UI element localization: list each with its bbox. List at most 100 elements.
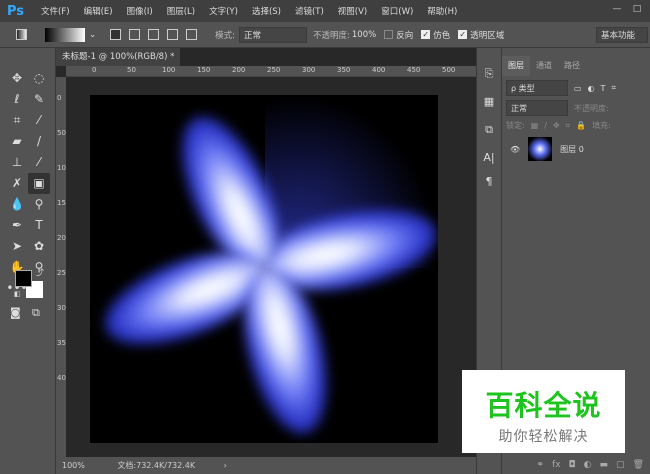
chevron-down-icon[interactable]: ⌄	[89, 30, 96, 40]
maximize-button[interactable]: □	[628, 4, 646, 18]
lock-move-icon[interactable]: ✥	[553, 121, 560, 130]
ruler-label: 0	[92, 66, 97, 74]
menu-image[interactable]: 图像(I)	[120, 5, 160, 17]
character-panel-icon[interactable]: A|	[477, 146, 501, 170]
default-colors-icon[interactable]: ◧	[14, 290, 21, 298]
crop-tool-icon[interactable]: ⌗	[6, 110, 28, 131]
lasso-tool-icon[interactable]: ℓ	[6, 89, 28, 110]
menu-filter[interactable]: 滤镜(T)	[288, 5, 331, 17]
menu-layer[interactable]: 图层(L)	[160, 5, 202, 17]
ruler-label: 300	[302, 66, 316, 74]
tab-channels[interactable]: 通道	[530, 56, 558, 76]
screen-mode-icon[interactable]: ⧉	[32, 306, 40, 320]
move-tool-icon[interactable]: ✥	[6, 68, 28, 89]
menu-file[interactable]: 文件(F)	[34, 5, 77, 17]
status-bar: 100% 文档:732.4K/732.4K ›	[56, 457, 476, 474]
ruler-label: 200	[232, 66, 246, 74]
gradient-tool-preset-icon[interactable]	[16, 29, 27, 40]
reverse-checkbox[interactable]	[384, 30, 394, 39]
horizontal-ruler: 0 50 100 150 200 250 300 350 400 450 500	[66, 66, 476, 77]
angle-gradient-icon[interactable]	[148, 29, 160, 40]
healing-brush-tool-icon[interactable]: ▰	[6, 131, 28, 152]
radial-gradient-icon[interactable]	[129, 29, 141, 40]
blend-mode-select[interactable]: 正常	[506, 100, 568, 116]
fill-label: 填充:	[592, 121, 611, 130]
add-mask-icon[interactable]: ◘	[569, 457, 576, 474]
eraser-tool-icon[interactable]: ✗	[6, 173, 28, 194]
layer-name[interactable]: 图层 0	[560, 144, 584, 155]
ruler-label: 150	[57, 199, 71, 207]
workspace-select[interactable]: 基本功能	[596, 26, 648, 43]
brush-tool-icon[interactable]: /	[28, 131, 50, 152]
ruler-label: 200	[57, 234, 71, 242]
fx-icon[interactable]: fx	[552, 457, 561, 474]
quick-mask-icon[interactable]: ◙	[10, 306, 21, 319]
paths-panel-icon[interactable]: ⧉	[477, 118, 501, 142]
filter-adjustment-icon[interactable]: ◐	[588, 84, 595, 93]
transparency-checkbox[interactable]: ✓	[458, 30, 468, 39]
type-tool-icon[interactable]: T	[28, 215, 50, 236]
tab-paths[interactable]: 路径	[558, 56, 586, 76]
eyedropper-tool-icon[interactable]: ⁄	[28, 110, 50, 131]
menu-select[interactable]: 选择(S)	[245, 5, 288, 17]
transparency-label: 透明区域	[470, 30, 505, 41]
lock-transparent-icon[interactable]: ▦	[531, 121, 539, 130]
reflected-gradient-icon[interactable]	[167, 29, 179, 40]
menu-bar: Ps 文件(F) 编辑(E) 图像(I) 图层(L) 文字(Y) 选择(S) 滤…	[0, 0, 650, 22]
mode-select[interactable]: 正常	[239, 26, 307, 43]
tab-layers[interactable]: 图层	[502, 56, 530, 76]
swap-colors-icon[interactable]: ⤴	[36, 267, 44, 278]
document-tab[interactable]: 未标题-1 @ 100%(RGB/8) * ×	[56, 48, 180, 80]
layer-filter-select[interactable]: ρ 类型	[506, 80, 568, 96]
vertical-ruler: 0 50 100 150 200 250 300 350 400	[56, 77, 71, 457]
opacity-input[interactable]: 100%	[352, 30, 376, 40]
link-layers-icon[interactable]: ⚭	[537, 457, 545, 474]
history-panel-icon[interactable]: ⎘	[477, 62, 501, 86]
lock-all-icon[interactable]: 🔒	[576, 121, 586, 130]
dither-checkbox[interactable]: ✓	[421, 30, 431, 39]
linear-gradient-icon[interactable]	[110, 29, 122, 40]
zoom-level[interactable]: 100%	[62, 461, 85, 470]
layer-row[interactable]: 👁 图层 0	[502, 134, 650, 164]
gradient-picker[interactable]	[45, 27, 85, 42]
ruler-label: 500	[442, 66, 456, 74]
stamp-tool-icon[interactable]: ⊥	[6, 152, 28, 173]
ruler-label: 400	[57, 374, 71, 382]
visibility-eye-icon[interactable]: 👁	[510, 145, 520, 154]
gradient-tool-icon[interactable]: ▣	[28, 173, 50, 194]
path-select-tool-icon[interactable]: ➤	[6, 236, 28, 257]
lock-artboard-icon[interactable]: ⌗	[566, 121, 571, 131]
new-group-icon[interactable]: ▬	[600, 457, 609, 474]
menu-help[interactable]: 帮助(H)	[420, 5, 464, 17]
ruler-label: 250	[267, 66, 281, 74]
history-brush-tool-icon[interactable]: ⁄	[28, 152, 50, 173]
ruler-label: 400	[372, 66, 386, 74]
diamond-gradient-icon[interactable]	[186, 29, 198, 40]
document-title: 未标题-1 @ 100%(RGB/8) *	[62, 52, 175, 62]
properties-panel-icon[interactable]: ▦	[477, 90, 501, 114]
ruler-label: 100	[57, 164, 71, 172]
new-layer-icon[interactable]: ▢	[616, 457, 625, 474]
reverse-label: 反向	[396, 30, 414, 41]
pen-tool-icon[interactable]: ✒	[6, 215, 28, 236]
lock-paint-icon[interactable]: /	[544, 121, 547, 130]
filter-shape-icon[interactable]: ⌗	[611, 83, 616, 93]
menu-type[interactable]: 文字(Y)	[202, 5, 245, 17]
blur-tool-icon[interactable]: 💧	[6, 194, 28, 215]
marquee-tool-icon[interactable]: ◌	[28, 68, 50, 89]
menu-window[interactable]: 窗口(W)	[374, 5, 420, 17]
minimize-button[interactable]: —	[608, 4, 626, 18]
dodge-tool-icon[interactable]: ⚲	[28, 194, 50, 215]
menu-view[interactable]: 视图(V)	[331, 5, 374, 17]
delete-layer-icon[interactable]: 🗑	[633, 457, 644, 474]
quick-select-tool-icon[interactable]: ✎	[28, 89, 50, 110]
filter-pixel-icon[interactable]: ▭	[574, 84, 582, 93]
menu-edit[interactable]: 编辑(E)	[77, 5, 120, 17]
paragraph-panel-icon[interactable]: ¶	[477, 170, 501, 194]
shape-tool-icon[interactable]: ✿	[28, 236, 50, 257]
adjustment-layer-icon[interactable]: ◐	[584, 457, 592, 474]
status-menu-arrow[interactable]: ›	[224, 461, 227, 470]
photoshop-logo: Ps	[7, 3, 25, 19]
filter-type-icon[interactable]: T	[601, 84, 606, 93]
document-canvas[interactable]	[90, 95, 438, 443]
